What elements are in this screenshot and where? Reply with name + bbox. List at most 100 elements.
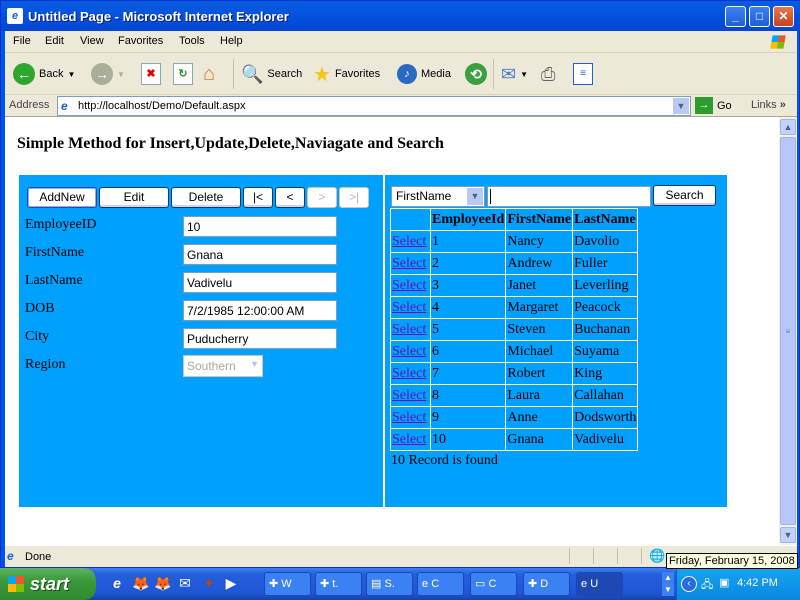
form-button-row: AddNew Edit Delete |< < > >|: [27, 187, 369, 208]
select-link[interactable]: Select: [392, 256, 426, 271]
grid-cell-id: 9: [429, 406, 507, 429]
close-button[interactable]: ✕: [773, 6, 794, 27]
mail-button[interactable]: ✉ ▼: [501, 61, 528, 87]
grid-cell-first: Robert: [505, 362, 574, 385]
taskbar-item[interactable]: ▭ C: [470, 572, 517, 596]
grid-cell-last: Callahan: [572, 384, 639, 407]
addnew-button[interactable]: AddNew: [27, 187, 97, 208]
firefox-quicklaunch-icon[interactable]: 🦊: [154, 574, 172, 592]
tray-app-icon[interactable]: ▣: [719, 576, 729, 589]
ie-page-icon: e: [61, 99, 68, 113]
address-input[interactable]: e http://localhost/Demo/Default.aspx ▼: [57, 96, 691, 116]
media-button[interactable]: ♪ Media: [397, 61, 451, 87]
previous-record-button[interactable]: <: [275, 187, 305, 208]
links-button[interactable]: Links »: [751, 99, 786, 111]
select-link[interactable]: Select: [392, 300, 426, 315]
taskbar-item-active[interactable]: e U: [576, 572, 623, 596]
select-link[interactable]: Select: [392, 388, 426, 403]
search-button[interactable]: Search: [653, 185, 716, 206]
taskbar-item[interactable]: ▤ S.: [366, 572, 413, 596]
select-link[interactable]: Select: [392, 278, 426, 293]
start-button[interactable]: start: [0, 568, 96, 600]
search-input[interactable]: [487, 186, 651, 207]
maximize-button[interactable]: □: [749, 6, 770, 27]
clock[interactable]: 4:42 PM: [737, 577, 778, 589]
app-quicklaunch-icon[interactable]: ✦: [200, 574, 218, 592]
taskbar-item[interactable]: ✚ t.: [315, 572, 362, 596]
ie-quicklaunch-icon[interactable]: e: [108, 574, 126, 592]
media-player-quicklaunch-icon[interactable]: ▶: [222, 574, 240, 592]
region-select[interactable]: Southern ▼: [183, 355, 263, 377]
menu-view[interactable]: View: [80, 35, 104, 47]
outlook-quicklaunch-icon[interactable]: ✉: [176, 574, 194, 592]
home-button[interactable]: ⌂: [203, 61, 215, 87]
grid-cell-first: Gnana: [505, 428, 574, 451]
ie-page-icon: e: [7, 8, 23, 24]
city-input[interactable]: [183, 328, 337, 349]
grid-cell-select: Select: [390, 362, 431, 385]
print-button[interactable]: ⎙: [541, 61, 555, 87]
go-button[interactable]: → Go: [695, 97, 732, 114]
select-link[interactable]: Select: [392, 234, 426, 249]
select-link[interactable]: Select: [392, 432, 426, 447]
back-button[interactable]: ← Back ▼: [13, 61, 75, 87]
first-name-label: FirstName: [25, 245, 85, 260]
chevron-down-icon: ▼: [250, 359, 259, 369]
search-field-select[interactable]: FirstName ▼: [391, 186, 485, 207]
edit-page-button[interactable]: ≡: [573, 61, 593, 87]
search-button[interactable]: 🔍 Search: [241, 61, 302, 87]
refresh-button[interactable]: ↻: [173, 61, 193, 87]
first-name-input[interactable]: [183, 244, 337, 265]
vertical-scrollbar[interactable]: ▲ ≡ ▼: [779, 117, 797, 545]
stop-button[interactable]: ✖: [141, 61, 161, 87]
browser-window: e Untitled Page - Microsoft Internet Exp…: [0, 0, 800, 568]
minimize-button[interactable]: _: [725, 6, 746, 27]
employee-id-input[interactable]: [183, 216, 337, 237]
grid-cell-select: Select: [390, 230, 431, 253]
taskbar-item[interactable]: ✚ W: [264, 572, 311, 596]
next-record-button[interactable]: >: [307, 187, 337, 208]
dob-input[interactable]: [183, 300, 337, 321]
taskbar-item[interactable]: ✚ D: [523, 572, 570, 596]
taskbar-scroll-icon[interactable]: ▲ ▼: [662, 572, 674, 596]
forward-button[interactable]: → ▼: [91, 61, 125, 87]
grid-header-firstname[interactable]: FirstName: [505, 208, 574, 231]
folder-icon: ▭: [475, 578, 489, 590]
select-link[interactable]: Select: [392, 366, 426, 381]
first-record-button[interactable]: |<: [243, 187, 273, 208]
grid-header-employeeid[interactable]: EmployeeId: [429, 208, 507, 231]
select-link[interactable]: Select: [392, 322, 426, 337]
address-dropdown-icon[interactable]: ▼: [673, 98, 689, 114]
menu-edit[interactable]: Edit: [45, 35, 64, 47]
scroll-down-icon[interactable]: ▼: [780, 527, 796, 543]
menu-file[interactable]: File: [13, 35, 31, 47]
delete-button[interactable]: Delete: [171, 187, 241, 208]
show-hidden-icons-button[interactable]: ‹: [681, 576, 697, 592]
grid-cell-select: Select: [390, 384, 431, 407]
app-icon: ✚: [528, 578, 541, 590]
menu-favorites[interactable]: Favorites: [118, 35, 163, 47]
title-bar[interactable]: e Untitled Page - Microsoft Internet Exp…: [1, 1, 800, 31]
grid-cell-id: 5: [429, 318, 507, 341]
refresh-icon: ↻: [173, 63, 193, 85]
select-link[interactable]: Select: [392, 344, 426, 359]
grid-cell-select: Select: [390, 318, 431, 341]
edit-button[interactable]: Edit: [99, 187, 169, 208]
select-link[interactable]: Select: [392, 410, 426, 425]
firefox-quicklaunch-icon[interactable]: 🦊: [132, 574, 150, 592]
history-button[interactable]: ⟲: [465, 61, 487, 87]
dropdown-arrow-icon: ▼: [67, 69, 76, 79]
last-record-button[interactable]: >|: [339, 187, 369, 208]
last-name-input[interactable]: [183, 272, 337, 293]
grid-cell-id: 6: [429, 340, 507, 363]
windows-logo-icon: [770, 35, 786, 49]
grid-header-lastname[interactable]: LastName: [572, 208, 639, 231]
scroll-thumb[interactable]: ≡: [780, 137, 796, 525]
favorites-button[interactable]: ★ Favorites: [313, 61, 380, 87]
network-icon[interactable]: 🖧: [701, 576, 713, 595]
forward-arrow-icon: →: [91, 63, 113, 85]
menu-help[interactable]: Help: [220, 35, 243, 47]
menu-tools[interactable]: Tools: [179, 35, 205, 47]
taskbar-item[interactable]: e C: [417, 572, 464, 596]
scroll-up-icon[interactable]: ▲: [780, 119, 796, 135]
